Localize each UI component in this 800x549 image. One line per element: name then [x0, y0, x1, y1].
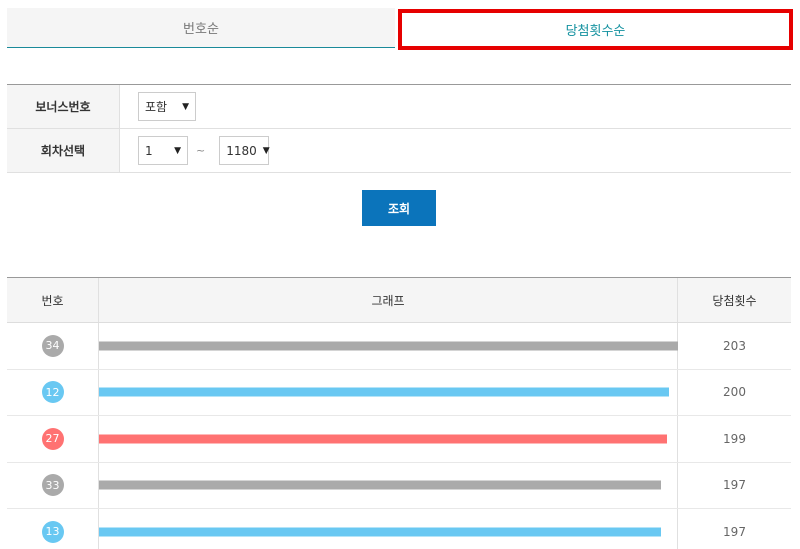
- round-row: 회차선택 1 ▼ ~ 1180 ▼: [7, 129, 791, 173]
- result-header: 번호 그래프 당첨횟수: [7, 278, 791, 323]
- table-row: 12 200: [7, 369, 791, 416]
- graph-cell: [99, 323, 678, 369]
- tab-by-number[interactable]: 번호순: [7, 8, 395, 48]
- number-cell: 13: [7, 509, 99, 549]
- caret-down-icon: ▼: [182, 101, 189, 112]
- number-ball: 13: [41, 520, 64, 543]
- count-value: 199: [723, 431, 746, 446]
- caret-down-icon: ▼: [262, 145, 270, 156]
- bonus-label: 보너스번호: [7, 85, 120, 128]
- count-bar: [99, 434, 667, 444]
- caret-down-icon: ▼: [174, 145, 181, 156]
- table-row: 33 197: [7, 462, 791, 509]
- count-value: 197: [723, 524, 746, 539]
- number-ball: 27: [41, 427, 64, 450]
- count-bar: [99, 527, 661, 537]
- number-ball: 33: [41, 474, 64, 497]
- graph-cell: [99, 416, 678, 462]
- round-label: 회차선택: [7, 129, 120, 172]
- col-number-header: 번호: [7, 278, 99, 322]
- number-ball: 34: [41, 334, 64, 357]
- table-row: 34 203: [7, 323, 791, 370]
- round-separator: ~: [196, 144, 206, 157]
- count-bar: [99, 341, 678, 351]
- col-graph-header: 그래프: [99, 278, 678, 322]
- round-from-value: 1: [145, 143, 153, 158]
- number-cell: 33: [7, 462, 99, 508]
- number-cell: 34: [7, 323, 99, 369]
- graph-cell: [99, 369, 678, 415]
- number-ball: 12: [41, 381, 64, 404]
- result-table: 번호 그래프 당첨횟수 34 203 12 200 27 199 33 197 13 197: [7, 277, 791, 549]
- graph-cell: [99, 462, 678, 508]
- bonus-cell: 포함 ▼: [120, 85, 791, 128]
- round-to-select[interactable]: 1180 ▼: [219, 136, 270, 165]
- table-row: 13 197: [7, 509, 791, 549]
- col-count-header: 당첨횟수: [712, 293, 757, 308]
- result-rows: 34 203 12 200 27 199 33 197 13 197: [7, 323, 791, 549]
- search-button[interactable]: 조회: [362, 190, 436, 226]
- count-cell: 197: [678, 463, 791, 509]
- count-cell: 200: [678, 370, 791, 416]
- bonus-row: 보너스번호 포함 ▼: [7, 85, 791, 129]
- count-value: 203: [723, 338, 746, 353]
- count-bar: [99, 480, 661, 490]
- count-value: 200: [723, 385, 746, 400]
- table-row: 27 199: [7, 416, 791, 463]
- number-cell: 27: [7, 416, 99, 462]
- round-cell: 1 ▼ ~ 1180 ▼: [120, 129, 791, 172]
- number-cell: 12: [7, 369, 99, 415]
- round-to-value: 1180: [226, 143, 257, 158]
- count-value: 197: [723, 478, 746, 493]
- filter-table: 보너스번호 포함 ▼ 회차선택 1 ▼ ~ 1180 ▼: [7, 84, 791, 173]
- tab-by-wins[interactable]: 당첨횟수순: [398, 9, 793, 50]
- count-bar: [99, 387, 669, 397]
- bonus-select[interactable]: 포함 ▼: [138, 92, 196, 121]
- graph-cell: [99, 509, 678, 549]
- round-from-select[interactable]: 1 ▼: [138, 136, 188, 165]
- count-cell: 199: [678, 416, 791, 462]
- sort-tabs: 번호순 당첨횟수순: [7, 8, 797, 50]
- count-cell: 203: [678, 323, 791, 369]
- count-cell: 197: [678, 509, 791, 549]
- bonus-select-value: 포함: [145, 100, 168, 114]
